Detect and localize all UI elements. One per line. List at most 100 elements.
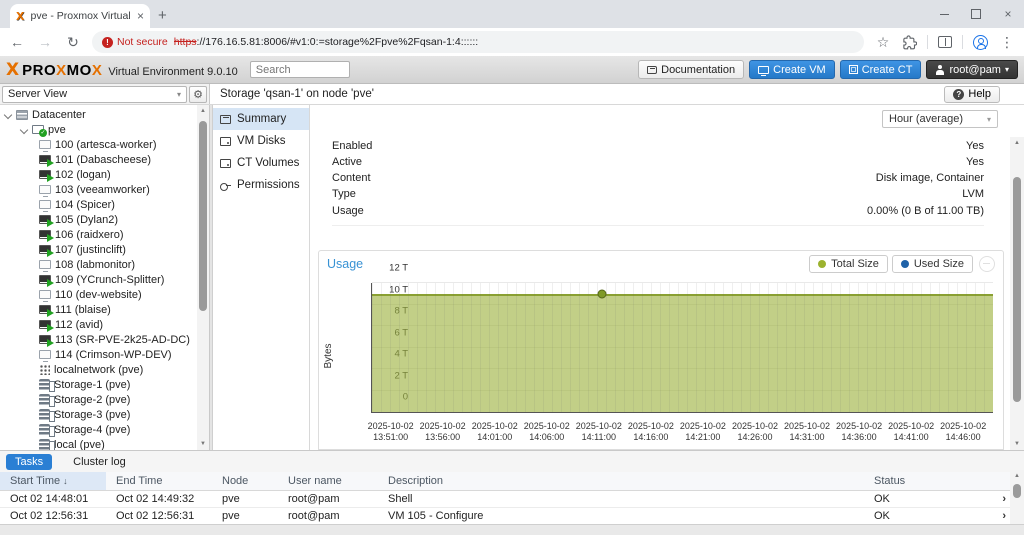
help-button[interactable]: ?Help bbox=[944, 86, 1000, 103]
status-label: Enabled bbox=[332, 140, 372, 152]
tab-tasks[interactable]: Tasks bbox=[6, 454, 52, 470]
graph-period-select[interactable]: Hour (average) ▾ bbox=[882, 110, 998, 128]
browser-menu-icon[interactable]: ⋮ bbox=[998, 34, 1016, 51]
tree-item-storage-1[interactable]: Storage-1 (pve) bbox=[0, 377, 209, 392]
documentation-button[interactable]: Documentation bbox=[638, 60, 744, 79]
tree-item-storage-2[interactable]: Storage-2 (pve) bbox=[0, 392, 209, 407]
tree-item-storage-4[interactable]: Storage-4 (pve) bbox=[0, 422, 209, 437]
tab-summary[interactable]: Summary bbox=[213, 108, 309, 130]
not-secure-badge[interactable]: ! Not secure bbox=[102, 36, 168, 48]
column-header-description[interactable]: Description bbox=[378, 475, 864, 487]
scrollbar-thumb[interactable] bbox=[1013, 484, 1021, 498]
view-mode-select[interactable]: Server View ▾ bbox=[2, 86, 187, 103]
tab-cluster-log[interactable]: Cluster log bbox=[64, 454, 135, 470]
legend-total-size[interactable]: Total Size bbox=[809, 255, 888, 273]
task-row[interactable]: Oct 02 14:48:01Oct 02 14:49:32pveroot@pa… bbox=[0, 491, 1024, 508]
proxmox-favicon-icon: X bbox=[16, 10, 24, 23]
back-icon[interactable]: ← bbox=[8, 34, 26, 50]
tree-item-localnetwork[interactable]: localnetwork (pve) bbox=[0, 362, 209, 377]
tree-item-114[interactable]: 114 (Crimson-WP-DEV) bbox=[0, 347, 209, 362]
browser-tab[interactable]: X pve - Proxmox Virtual Environment × bbox=[10, 4, 150, 28]
period-row: Hour (average) ▾ bbox=[310, 105, 1024, 132]
tree-item-local[interactable]: local (pve) bbox=[0, 437, 209, 450]
tab-close-icon[interactable]: × bbox=[137, 10, 144, 22]
legend-used-size[interactable]: Used Size bbox=[892, 255, 973, 273]
tree-item-110[interactable]: 110 (dev-website) bbox=[0, 287, 209, 302]
tab-title: pve - Proxmox Virtual Environment bbox=[30, 10, 131, 22]
tree-item-datacenter[interactable]: Datacenter bbox=[0, 107, 209, 122]
legend-dot-icon bbox=[901, 260, 909, 268]
expand-row-icon[interactable]: › bbox=[972, 510, 1010, 522]
chevron-down-icon: ▾ bbox=[1005, 65, 1009, 74]
forward-icon[interactable]: → bbox=[36, 34, 54, 50]
task-row[interactable]: Oct 02 12:56:31Oct 02 12:56:31pveroot@pa… bbox=[0, 508, 1024, 525]
tree-item-113[interactable]: 113 (SR-PVE-2k25-AD-DC) bbox=[0, 332, 209, 347]
column-header-end-time[interactable]: End Time bbox=[106, 475, 212, 487]
tree-item-106[interactable]: 106 (raidxero) bbox=[0, 227, 209, 242]
tree-item-label: 105 (Dylan2) bbox=[55, 214, 118, 226]
scroll-up-icon[interactable]: ▲ bbox=[1014, 470, 1020, 482]
scrollbar-thumb[interactable] bbox=[199, 121, 207, 311]
sidebar-scrollbar[interactable]: ▲ ▼ bbox=[197, 105, 209, 450]
tree-item-100[interactable]: 100 (artesca-worker) bbox=[0, 137, 209, 152]
scroll-up-icon[interactable]: ▲ bbox=[200, 105, 206, 117]
tree-item-pve[interactable]: pve bbox=[0, 122, 209, 137]
tree-item-103[interactable]: 103 (veeamworker) bbox=[0, 182, 209, 197]
content-scrollbar[interactable]: ▲ ▼ bbox=[1010, 137, 1024, 450]
address-omnibox[interactable]: ! Not secure https://176.16.5.81:8006/#v… bbox=[92, 31, 864, 53]
global-search-input[interactable] bbox=[250, 61, 350, 78]
user-menu-button[interactable]: root@pam▾ bbox=[926, 60, 1018, 79]
window-minimize-button[interactable] bbox=[928, 0, 960, 28]
tree-item-111[interactable]: 111 (blaise) bbox=[0, 302, 209, 317]
chart-title: Usage bbox=[327, 257, 363, 271]
undo-zoom-icon[interactable] bbox=[979, 256, 995, 272]
user-icon bbox=[935, 65, 945, 75]
new-tab-button[interactable]: + bbox=[158, 7, 167, 24]
tree-item-112[interactable]: 112 (avid) bbox=[0, 317, 209, 332]
tree-item-101[interactable]: 101 (Dabascheese) bbox=[0, 152, 209, 167]
extensions-icon[interactable] bbox=[902, 35, 917, 50]
period-label: Hour (average) bbox=[889, 113, 963, 125]
vm-running-icon bbox=[39, 230, 51, 239]
tab-label: CT Volumes bbox=[237, 157, 299, 169]
bookmark-star-icon[interactable]: ☆ bbox=[874, 34, 892, 51]
side-panel-icon[interactable] bbox=[938, 36, 952, 48]
scroll-up-icon[interactable]: ▲ bbox=[1014, 137, 1020, 149]
tab-vm-disks[interactable]: VM Disks bbox=[213, 130, 309, 152]
scroll-down-icon[interactable]: ▼ bbox=[200, 438, 206, 450]
tree-item-102[interactable]: 102 (logan) bbox=[0, 167, 209, 182]
screen: X pve - Proxmox Virtual Environment × + … bbox=[0, 0, 1024, 535]
chart-plot-area[interactable]: 02 T4 T6 T8 T10 T12 T2025-10-0213:51:002… bbox=[371, 283, 993, 413]
create-ct-button[interactable]: Create CT bbox=[840, 60, 922, 79]
status-value: LVM bbox=[962, 188, 984, 200]
tree-settings-button[interactable]: ⚙ bbox=[189, 86, 207, 103]
expand-row-icon[interactable]: › bbox=[972, 493, 1010, 505]
tree-item-104[interactable]: 104 (Spicer) bbox=[0, 197, 209, 212]
tree-item-109[interactable]: 109 (YCrunch-Splitter) bbox=[0, 272, 209, 287]
profile-avatar-icon[interactable] bbox=[973, 35, 988, 50]
column-header-user-name[interactable]: User name bbox=[278, 475, 378, 487]
tree-item-108[interactable]: 108 (labmonitor) bbox=[0, 257, 209, 272]
window-maximize-button[interactable] bbox=[960, 0, 992, 28]
expand-caret-icon[interactable] bbox=[20, 125, 28, 133]
window-close-button[interactable]: × bbox=[992, 0, 1024, 28]
column-header-node[interactable]: Node bbox=[212, 475, 278, 487]
create-vm-button[interactable]: Create VM bbox=[749, 60, 835, 79]
gear-icon: ⚙ bbox=[193, 88, 203, 101]
column-header-start-time[interactable]: Start Time↓ bbox=[0, 472, 106, 490]
tab-ct-volumes[interactable]: CT Volumes bbox=[213, 152, 309, 174]
tree-item-label: Storage-3 (pve) bbox=[54, 409, 130, 421]
tree-item-105[interactable]: 105 (Dylan2) bbox=[0, 212, 209, 227]
not-secure-label: Not secure bbox=[117, 36, 168, 48]
scrollbar-thumb[interactable] bbox=[1013, 177, 1021, 402]
storage-icon bbox=[39, 439, 50, 451]
tab-permissions[interactable]: Permissions bbox=[213, 174, 309, 196]
expand-caret-icon[interactable] bbox=[4, 110, 12, 118]
task-user: root@pam bbox=[278, 493, 378, 505]
divider bbox=[962, 35, 963, 49]
reload-icon[interactable]: ↻ bbox=[64, 34, 82, 51]
tree-item-storage-3[interactable]: Storage-3 (pve) bbox=[0, 407, 209, 422]
column-header-status[interactable]: Status bbox=[864, 475, 972, 487]
scroll-down-icon[interactable]: ▼ bbox=[1014, 438, 1020, 450]
tree-item-107[interactable]: 107 (justinclift) bbox=[0, 242, 209, 257]
